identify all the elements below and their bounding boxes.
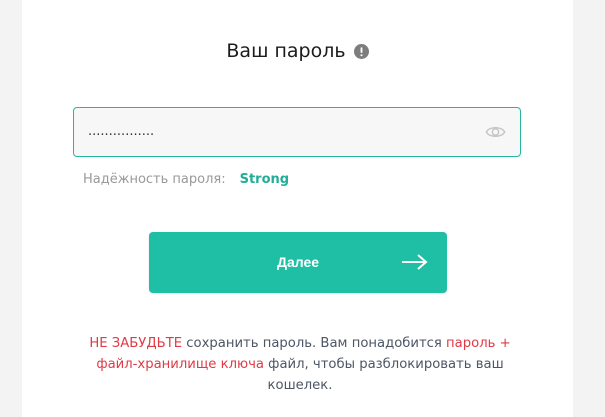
next-button[interactable]: Далее: [149, 232, 447, 293]
password-card: Ваш пароль Надёжность пароля: Strong Дал…: [22, 0, 573, 417]
password-input[interactable]: [88, 108, 468, 156]
password-field[interactable]: [73, 107, 521, 157]
save-password-notice: НЕ ЗАБУДЬТЕ сохранить пароль. Вам понадо…: [70, 333, 530, 396]
notice-text-1: сохранить пароль. Вам понадобится: [182, 336, 447, 351]
info-icon[interactable]: [353, 43, 369, 59]
password-strength: Надёжность пароля: Strong: [83, 172, 289, 187]
arrow-right-icon: [402, 254, 428, 270]
title-row: Ваш пароль: [22, 40, 573, 62]
page-title: Ваш пароль: [226, 40, 346, 62]
notice-text-2: файл, чтобы разблокировать ваш кошелек.: [263, 357, 504, 393]
notice-warning: НЕ ЗАБУДЬТЕ: [89, 336, 183, 351]
strength-value: Strong: [239, 172, 290, 187]
eye-icon[interactable]: [485, 123, 506, 141]
strength-label: Надёжность пароля:: [83, 172, 226, 187]
